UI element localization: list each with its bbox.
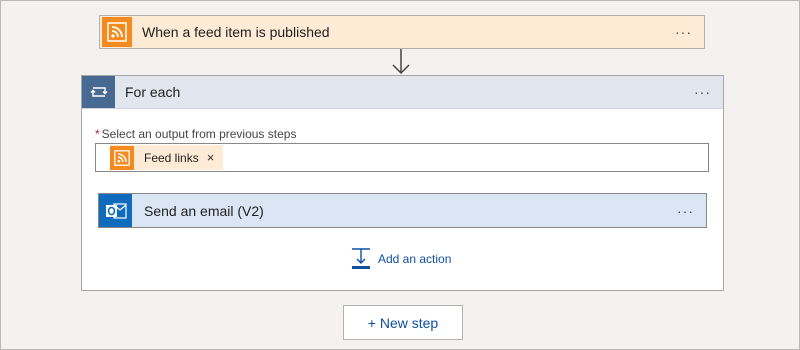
token-remove-button[interactable]: × [207,150,215,165]
required-marker: * [95,127,100,141]
arrow-down-icon [392,49,410,75]
select-output-field[interactable]: Feed links × [95,143,709,172]
feed-links-token: Feed links × [110,145,224,170]
select-output-label: * Select an output from previous steps [95,127,296,141]
add-action-button[interactable]: Add an action [351,248,451,270]
foreach-container: For each ··· * Select an output from prev… [81,75,724,291]
trigger-more-button[interactable]: ··· [675,25,692,39]
send-email-action-card[interactable]: Send an email (V2) ··· [98,193,707,228]
foreach-header[interactable]: For each ··· [82,76,723,109]
new-step-button[interactable]: + New step [343,305,463,340]
send-email-title: Send an email (V2) [144,202,264,219]
add-action-icon [352,248,370,269]
trigger-title: When a feed item is published [142,24,330,40]
outlook-icon [99,194,132,227]
rss-icon [102,17,132,47]
loop-icon [82,76,115,108]
send-email-more-button[interactable]: ··· [677,204,694,218]
trigger-card[interactable]: When a feed item is published ··· [99,15,705,49]
foreach-more-button[interactable]: ··· [694,85,711,99]
foreach-title: For each [125,84,181,100]
select-output-label-text: Select an output from previous steps [101,127,297,141]
add-action-label: Add an action [378,252,452,266]
rss-icon [110,145,134,170]
token-label: Feed links [144,150,199,165]
